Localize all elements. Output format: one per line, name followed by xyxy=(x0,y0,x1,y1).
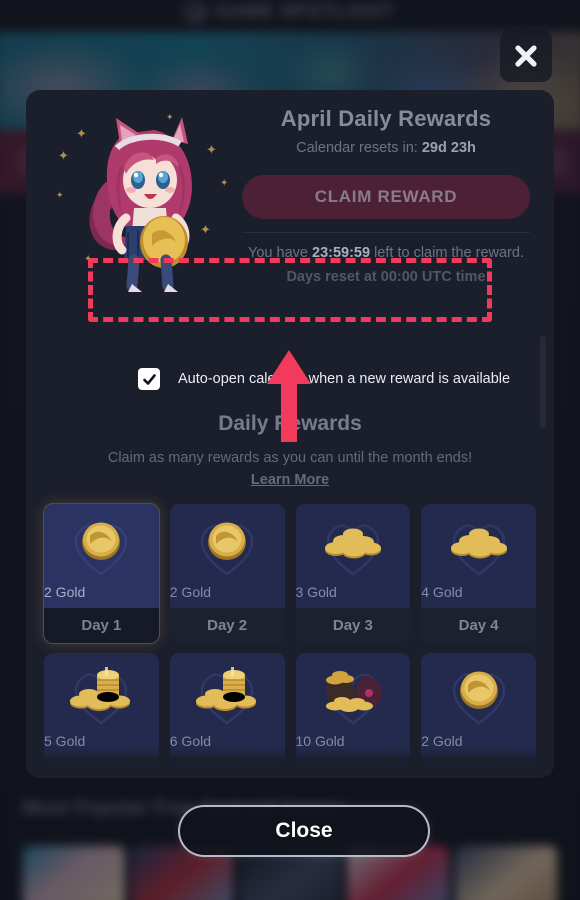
reward-icon xyxy=(69,663,133,715)
reward-amount: 4 Gold xyxy=(421,584,463,600)
learn-more-link[interactable]: Learn More xyxy=(251,472,329,488)
reward-day-label: Day 6 xyxy=(421,757,536,778)
reward-icon xyxy=(319,663,387,715)
reward-amount: 10 Gold xyxy=(295,733,345,749)
reward-icon xyxy=(322,514,384,566)
header-divider xyxy=(242,232,530,233)
coin-stack-icon xyxy=(70,667,131,711)
reward-amount: 2 Gold xyxy=(421,733,463,749)
reward-icon xyxy=(448,514,510,566)
reward-card[interactable]: 4 Gold Day 4 xyxy=(421,504,536,643)
close-icon xyxy=(515,45,537,67)
reward-icon xyxy=(456,663,502,715)
close-button[interactable]: Close xyxy=(178,805,430,857)
checkbox-label: Auto-open calendar when a new reward is … xyxy=(178,371,511,387)
rewards-card-grid: 2 Gold Day 1 2 Gold Day 2 3 Gold Day 3 4… xyxy=(43,503,536,778)
reward-card[interactable]: 10 Gold Day 7 xyxy=(295,653,411,778)
coin-stack-icon xyxy=(196,667,257,711)
reward-amount: 2 Gold xyxy=(169,584,211,600)
daily-rewards-modal: ✦ ✦ ✦ ✦ ✦ ✦ ✦ ✦ April Daily Rewards Cale… xyxy=(26,90,554,778)
reward-card-art: 2 Gold xyxy=(44,504,159,608)
modal-scrollbar[interactable] xyxy=(540,336,546,766)
utc-reset-note: Days reset at 00:00 UTC time xyxy=(286,269,486,285)
daily-rewards-section-header: Daily Rewards Claim as many rewards as y… xyxy=(26,412,554,489)
single-coin-icon xyxy=(208,522,247,560)
reward-icon xyxy=(204,514,250,566)
reward-card-art: 2 Gold xyxy=(421,653,536,757)
modal-scroll-area[interactable]: ✦ ✦ ✦ ✦ ✦ ✦ ✦ ✦ April Daily Rewards Cale… xyxy=(26,90,554,778)
claim-reward-button[interactable]: CLAIM REWARD xyxy=(242,175,530,219)
reward-day-label: Day 1 xyxy=(44,608,159,643)
reward-card-art: 5 Gold xyxy=(44,653,159,757)
daily-rewards-title: Daily Rewards xyxy=(218,412,362,435)
modal-header: ✦ ✦ ✦ ✦ ✦ ✦ ✦ ✦ April Daily Rewards Cale… xyxy=(26,90,554,333)
close-overlay-button[interactable] xyxy=(500,30,552,82)
reward-day-label: Day 7 xyxy=(295,757,411,778)
modal-header-text: April Daily Rewards Calendar resets in: … xyxy=(236,106,536,285)
reward-card[interactable]: 5 Gold Day 5 xyxy=(44,653,159,778)
checkbox-box[interactable] xyxy=(138,368,160,390)
coin-bag-icon xyxy=(325,671,382,712)
calendar-reset-line: Calendar resets in: 29d 23h xyxy=(236,140,536,156)
scrollbar-thumb[interactable] xyxy=(540,336,546,428)
daily-rewards-description: Claim as many rewards as you can until t… xyxy=(107,450,473,466)
reward-card-art: 2 Gold xyxy=(170,504,285,608)
reward-day-label: Day 2 xyxy=(169,608,285,643)
reward-card-art: 10 Gold xyxy=(296,653,411,757)
reward-day-label: Day 5 xyxy=(44,757,159,778)
timer-suffix: left to claim the reward. xyxy=(370,245,524,261)
reward-icon xyxy=(195,663,259,715)
timer-prefix: You have xyxy=(248,245,312,261)
reward-card[interactable]: 2 Gold Day 1 xyxy=(43,503,160,644)
screen: GAME SPOTLIGHT Most Popular Free Android… xyxy=(0,0,580,900)
reward-amount: 6 Gold xyxy=(169,733,211,749)
reward-card-art: 6 Gold xyxy=(170,653,285,757)
auto-open-calendar-checkbox[interactable]: Auto-open calendar when a new reward is … xyxy=(138,368,510,390)
reward-amount: 3 Gold xyxy=(295,584,337,600)
reward-card[interactable]: 2 Gold Day 6 xyxy=(421,653,536,778)
checkmark-icon xyxy=(142,373,156,385)
reward-day-label: Day 6 xyxy=(169,757,285,778)
reset-prefix: Calendar resets in: xyxy=(296,140,422,156)
single-coin-icon xyxy=(459,671,498,709)
cat-girl-avatar-art xyxy=(89,117,192,292)
reward-amount: 2 Gold xyxy=(44,584,86,600)
reward-card-art: 4 Gold xyxy=(421,504,536,608)
reward-amount: 5 Gold xyxy=(44,733,86,749)
claim-timer-line: You have 23:59:59 left to claim the rewa… xyxy=(236,245,536,261)
reward-card[interactable]: 2 Gold Day 2 xyxy=(169,504,285,643)
reset-value: 29d 23h xyxy=(421,140,476,156)
reward-card[interactable]: 3 Gold Day 3 xyxy=(295,504,411,643)
reward-day-label: Day 4 xyxy=(421,608,536,643)
timer-value: 23:59:59 xyxy=(312,245,371,261)
modal-title: April Daily Rewards xyxy=(280,106,492,131)
reward-card[interactable]: 6 Gold Day 6 xyxy=(169,653,285,778)
reward-card-art: 3 Gold xyxy=(296,504,411,608)
single-coin-icon xyxy=(82,522,121,560)
character-illustration: ✦ ✦ ✦ ✦ ✦ ✦ ✦ ✦ xyxy=(54,104,234,294)
coin-pile-icon xyxy=(324,528,381,559)
reward-day-label: Day 3 xyxy=(295,608,411,643)
coin-pile-icon xyxy=(450,528,507,559)
reward-icon xyxy=(78,514,124,566)
